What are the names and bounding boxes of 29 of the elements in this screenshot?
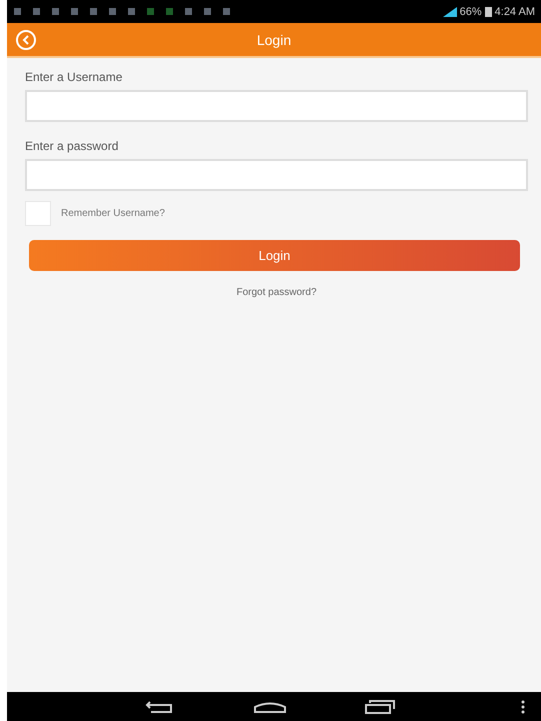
recent-apps-icon[interactable] bbox=[365, 700, 395, 714]
remember-checkbox[interactable] bbox=[25, 201, 51, 226]
notification-icon bbox=[13, 7, 22, 16]
notification-icon bbox=[203, 7, 212, 16]
back-icon[interactable] bbox=[145, 700, 175, 714]
notification-icon bbox=[184, 7, 193, 16]
input-field[interactable] bbox=[25, 159, 528, 191]
notification-icon bbox=[70, 7, 79, 16]
notification-icon bbox=[32, 7, 41, 16]
menu-icon[interactable] bbox=[521, 700, 525, 714]
notification-icon bbox=[222, 7, 231, 16]
signal-icon bbox=[442, 6, 457, 16]
screen-title: Login bbox=[256, 32, 292, 48]
notification-icon bbox=[51, 7, 60, 16]
forgot-password-link[interactable]: Forgot password? bbox=[236, 287, 317, 298]
battery-icon bbox=[484, 6, 492, 17]
input-field[interactable] bbox=[25, 90, 528, 122]
notification-icon bbox=[89, 7, 98, 16]
clock-time: 4:24 AM bbox=[494, 6, 535, 18]
notification-icon bbox=[146, 7, 155, 16]
remember-label: Remember Username? bbox=[61, 208, 165, 219]
field-label: Enter a Username bbox=[25, 70, 124, 84]
home-icon[interactable] bbox=[253, 700, 287, 714]
notification-icon bbox=[108, 7, 117, 16]
field-label: Enter a password bbox=[25, 139, 120, 153]
login-button[interactable]: Login bbox=[29, 240, 520, 271]
notification-icon bbox=[127, 7, 136, 16]
notification-icon bbox=[165, 7, 174, 16]
battery-percent: 66% bbox=[460, 6, 482, 18]
